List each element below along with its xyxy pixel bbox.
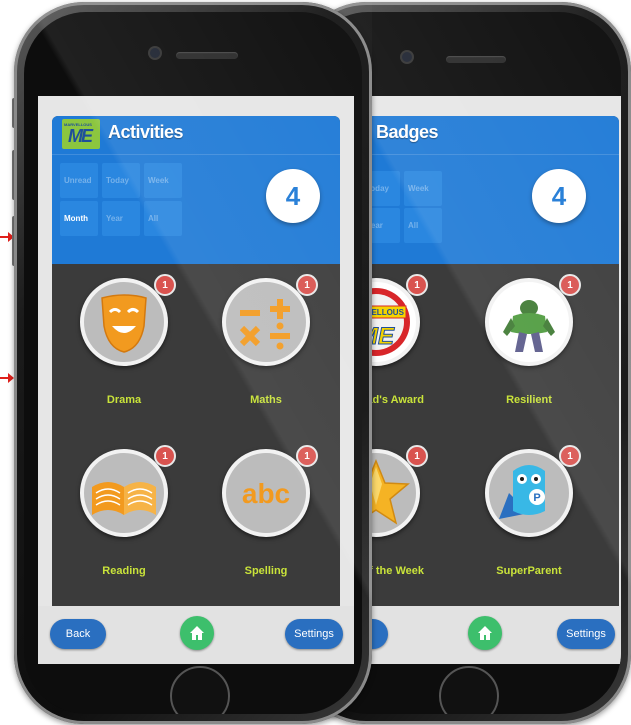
filter-week[interactable]: Week — [404, 171, 442, 206]
superparent-circle[interactable]: P — [485, 449, 573, 537]
settings-button[interactable]: Settings — [557, 619, 615, 649]
drama-circle[interactable] — [80, 278, 168, 366]
speaker-icon — [176, 52, 238, 59]
physical-home-button[interactable] — [170, 666, 230, 714]
filter-all[interactable]: All — [404, 208, 442, 243]
svg-text:abc: abc — [242, 478, 290, 509]
math-symbols-icon — [239, 299, 290, 350]
grid-item-spelling[interactable]: abc 1 Spelling — [206, 445, 326, 609]
open-book-icon — [92, 482, 156, 515]
home-icon — [478, 626, 492, 640]
right-footer: ck Settings — [350, 606, 621, 664]
svg-text:P: P — [533, 492, 540, 504]
left-phone-bezel: MARVELLOUS ME Activities Unread Today We… — [24, 12, 362, 714]
right-titlebar: ME Badges — [350, 116, 619, 155]
badge-count: 4 — [532, 169, 586, 223]
grid-item-reading[interactable]: 1 Reading — [64, 445, 184, 609]
reading-circle[interactable] — [80, 449, 168, 537]
filter-month[interactable]: Month — [60, 201, 98, 236]
left-header: MARVELLOUS ME Activities Unread Today We… — [52, 116, 340, 264]
superparent-mascot-icon: P — [499, 465, 545, 519]
grid-item-drama[interactable]: 1 Drama — [64, 274, 184, 438]
left-titlebar: MARVELLOUS ME Activities — [52, 116, 340, 155]
filter-all[interactable]: All — [144, 201, 182, 236]
resilient-circle[interactable] — [485, 278, 573, 366]
grid-item-superparent[interactable]: P 1 SuperParent — [469, 445, 589, 609]
notification-badge: 1 — [296, 445, 318, 467]
item-label: Reading — [102, 565, 146, 577]
home-button[interactable] — [180, 616, 214, 650]
grid-item-maths[interactable]: 1 Maths — [206, 274, 326, 438]
right-phone-screen: ME Badges Today Week Year All 4 — [350, 96, 621, 664]
home-button[interactable] — [468, 616, 502, 650]
notification-badge: 1 — [559, 445, 581, 467]
activity-count: 4 — [266, 169, 320, 223]
notification-badge: 1 — [406, 274, 428, 296]
spelling-circle[interactable]: abc — [222, 449, 310, 537]
physical-home-button[interactable] — [439, 666, 499, 714]
settings-button[interactable]: Settings — [285, 619, 343, 649]
filter-today[interactable]: Today — [102, 163, 140, 198]
marvellous-me-logo: MARVELLOUS ME — [62, 119, 100, 149]
page-title: Activities — [108, 122, 184, 142]
filter-year[interactable]: Year — [102, 201, 140, 236]
camera-icon — [150, 48, 160, 58]
item-label: SuperParent — [496, 565, 562, 577]
left-footer: Back Settings — [38, 606, 354, 664]
item-label: Maths — [250, 394, 282, 406]
home-icon — [190, 626, 204, 640]
back-button[interactable]: Back — [50, 619, 106, 649]
notification-badge: 1 — [296, 274, 318, 296]
left-app-panel: MARVELLOUS ME Activities Unread Today We… — [52, 116, 340, 636]
left-phone-screen: MARVELLOUS ME Activities Unread Today We… — [38, 96, 354, 664]
item-label: Spelling — [244, 565, 288, 577]
left-phone-frame: MARVELLOUS ME Activities Unread Today We… — [14, 2, 372, 724]
notification-badge: 1 — [154, 274, 176, 296]
grid-item-resilient[interactable]: 1 Resilient — [469, 274, 589, 438]
page-title: Badges — [376, 122, 439, 142]
item-label: Resilient — [506, 394, 552, 406]
filter-unread[interactable]: Unread — [60, 163, 98, 198]
notification-badge: 1 — [154, 445, 176, 467]
filter-week[interactable]: Week — [144, 163, 182, 198]
camera-icon — [402, 52, 412, 62]
notification-badge: 1 — [406, 445, 428, 467]
pointer-arrow-icon — [0, 373, 14, 383]
hulk-figure-icon — [503, 300, 555, 352]
right-app-panel: ME Badges Today Week Year All 4 — [350, 116, 619, 636]
abc-icon: abc — [242, 478, 290, 509]
item-label: Drama — [106, 394, 142, 406]
notification-badge: 1 — [559, 274, 581, 296]
theatre-mask-icon — [101, 294, 147, 353]
right-header: ME Badges Today Week Year All 4 — [350, 116, 619, 264]
speaker-icon — [446, 56, 506, 63]
maths-circle[interactable] — [222, 278, 310, 366]
